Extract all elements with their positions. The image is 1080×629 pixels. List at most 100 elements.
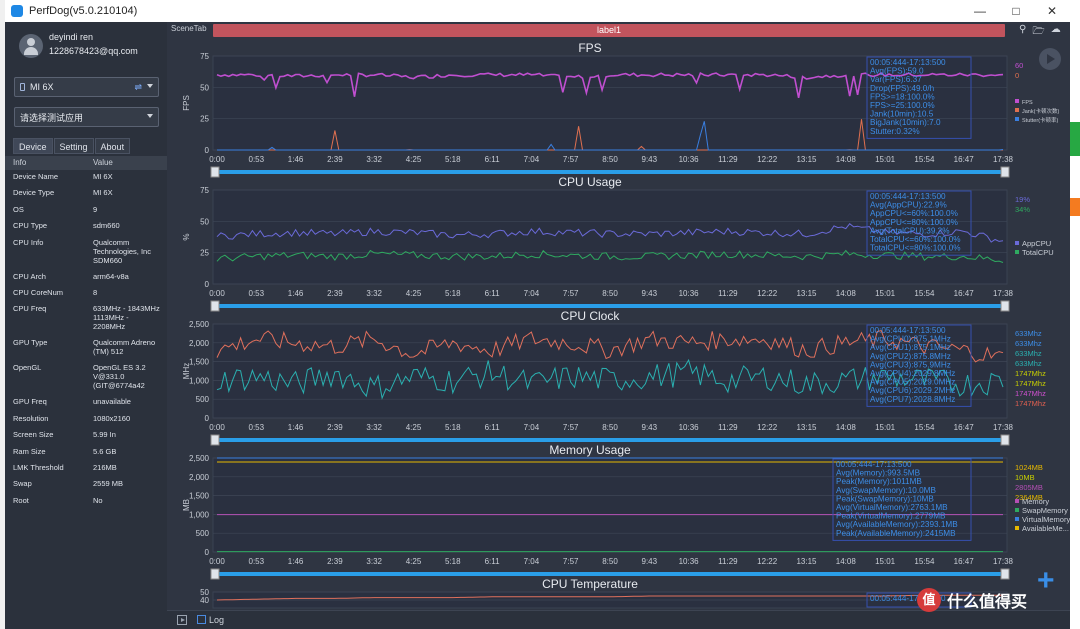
perfdog-logo-icon [11,5,23,17]
info-row-value-line: V@331.0 [93,372,125,382]
stats-line: Avg(CPU7):2028.8MHz [870,395,955,404]
time-range-slider[interactable] [213,572,1007,576]
time-range-slider[interactable] [213,438,1007,442]
info-row-value-line: 2559 MB [93,479,124,489]
close-icon[interactable]: ✕ [1034,0,1070,22]
legend-value: 60 [1015,61,1023,70]
x-tick-label: 15:54 [914,423,935,432]
x-tick-label: 11:29 [718,155,738,164]
y-tick-label: 1,500 [189,358,210,367]
info-row-value: 1080x2160 [93,414,165,423]
tab-device[interactable]: Device [13,138,53,154]
info-row-key: CPU Arch [13,271,46,281]
x-tick-label: 10:36 [679,289,700,298]
x-tick-label: 6:11 [485,423,501,432]
info-row-key: Swap [13,479,32,489]
info-header-value: Value [93,158,113,167]
info-row-value-line: 1113MHz - [93,313,129,323]
x-tick-label: 9:43 [642,557,658,566]
time-range-slider[interactable] [213,170,1007,174]
y-tick-label: 1,500 [189,492,210,501]
info-row-value-line: (GIT@6774a42 [93,381,145,391]
x-tick-label: 12:22 [757,423,778,432]
legend-value: 633Mhz [1015,349,1042,358]
slider-handle-left[interactable] [210,434,220,446]
legend-name: Stutter(卡顿率) [1022,116,1059,124]
x-tick-label: 4:25 [406,155,422,164]
x-tick-label: 8:50 [602,155,618,164]
device-select[interactable]: MI 6X ⇌ [14,77,159,97]
slider-handle-right[interactable] [1000,568,1010,580]
x-tick-label: 7:04 [524,557,540,566]
legend-value: 34% [1015,205,1030,214]
log-checkbox[interactable] [197,615,206,624]
slider-handle-right[interactable] [1000,166,1010,178]
x-tick-label: 13:15 [796,423,817,432]
watermark-text: 什么值得买 [947,594,1028,611]
add-chart-button[interactable]: + [1037,564,1055,598]
x-tick-label: 15:01 [875,423,896,432]
legend-swatch [1015,508,1019,512]
wifi-link-icon[interactable]: ⇌ [134,82,142,93]
slider-handle-right[interactable] [1000,434,1010,446]
x-tick-label: 7:04 [524,289,540,298]
x-tick-label: 17:38 [993,557,1014,566]
chart-ylabel: % [182,233,191,240]
info-row-value: 2559 MB [93,479,165,488]
slider-handle-left[interactable] [210,166,220,178]
legend-swatch [1015,99,1019,103]
x-tick-label: 0:53 [249,423,265,432]
expand-icon[interactable] [177,615,187,625]
info-row-value-line: (TM) 512 [93,347,124,357]
legend-value: 1747Mhz [1015,379,1046,388]
x-tick-label: 7:57 [563,423,579,432]
info-row-value: 8 [93,288,165,297]
app-select[interactable]: 请选择测试应用 [14,107,159,127]
info-row-value-line: SDM660 [93,255,123,265]
x-tick-label: 14:08 [836,155,857,164]
legend-value: 0 [1015,71,1019,80]
x-tick-label: 15:54 [914,557,935,566]
info-row-value-line: arm64-v8a [93,271,129,281]
info-row-key: CPU CoreNum [13,288,64,297]
tab-about[interactable]: About [94,138,131,154]
info-row-key: Ram Size [13,446,46,456]
x-tick-label: 14:08 [836,557,857,566]
legend-swatch [1015,526,1019,530]
info-row-value: 9 [93,205,165,214]
slider-handle-left[interactable] [210,568,220,580]
x-tick-label: 1:46 [288,155,304,164]
x-tick-label: 6:11 [485,155,501,164]
avatar[interactable] [19,34,43,58]
x-tick-label: 8:50 [602,557,618,566]
chart-title: CPU Temperature [542,577,638,591]
tab-setting[interactable]: Setting [53,138,94,154]
info-row-value: Qualcomm Adreno (TM) 512 [93,338,165,356]
info-row-key: CPU Type [13,221,48,231]
info-row-value: 216MB [93,463,165,472]
legend-name: AvailableMe... [1022,524,1069,533]
info-row-value: MI 6X [93,172,165,181]
legend-value: 633Mhz [1015,329,1042,338]
y-tick-label: 75 [200,52,209,61]
slider-handle-right[interactable] [1000,300,1010,312]
x-tick-label: 17:38 [993,289,1014,298]
x-tick-label: 15:01 [875,289,896,298]
x-tick-label: 5:18 [445,423,461,432]
minimize-icon[interactable]: — [962,0,998,22]
maximize-icon[interactable]: □ [998,0,1034,22]
x-tick-label: 4:25 [406,423,422,432]
x-tick-label: 3:32 [366,557,382,566]
y-tick-label: 1,000 [189,510,210,519]
info-row-value-line: Qualcomm Adreno [93,338,156,348]
y-tick-label: 1,000 [189,376,210,385]
legend-name: VirtualMemory [1022,515,1070,524]
time-range-slider[interactable] [213,304,1007,308]
slider-handle-left[interactable] [210,300,220,312]
x-tick-label: 17:38 [993,423,1014,432]
info-row-key: Screen Size [13,430,54,440]
x-tick-label: 12:22 [757,155,778,164]
info-row-key: LMK Threshold [13,463,64,472]
x-tick-label: 7:57 [563,155,579,164]
stats-line: Stutter:0.32% [870,127,920,136]
